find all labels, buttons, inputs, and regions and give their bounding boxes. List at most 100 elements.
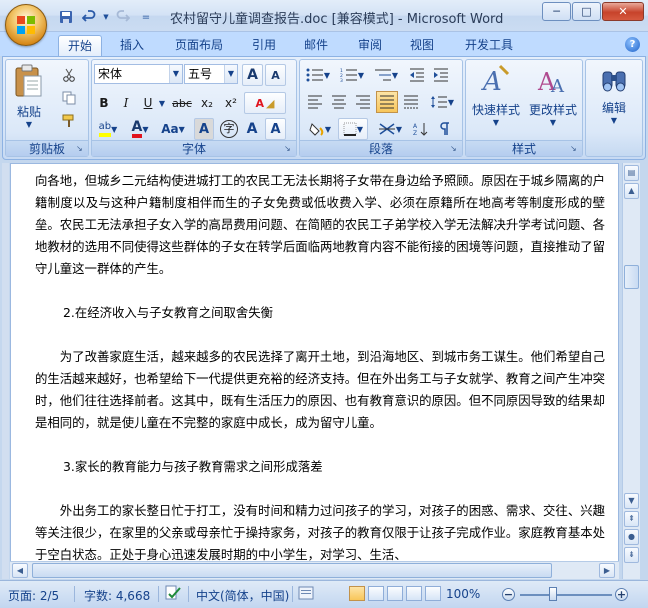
tab-mailings[interactable]: 邮件 — [296, 35, 336, 56]
view-ruler-icon[interactable]: ▤ — [624, 165, 639, 181]
font-name-dropdown-icon[interactable]: ▼ — [169, 65, 182, 83]
redo-icon[interactable] — [113, 8, 133, 26]
phonetic-guide-button[interactable]: A — [242, 118, 262, 140]
clear-formatting-button[interactable]: A ◢ — [244, 92, 286, 114]
multilevel-list-button[interactable]: ▼ — [370, 64, 402, 86]
bold-button[interactable]: B — [94, 92, 114, 114]
page-indicator[interactable]: 页面: 2/5 — [8, 587, 59, 604]
browse-object-icon[interactable]: ● — [624, 529, 639, 545]
show-marks-button[interactable] — [434, 118, 456, 140]
chinese-layout-dropdown-icon[interactable]: ▼ — [396, 125, 402, 134]
highlight-dropdown-icon[interactable]: ▼ — [111, 125, 117, 134]
close-button[interactable]: ✕ — [602, 2, 644, 21]
zoom-out-icon[interactable]: − — [502, 588, 515, 601]
highlight-button[interactable]: ab ▼ — [94, 118, 122, 140]
font-name-combo[interactable]: 宋体 ▼ — [94, 64, 183, 84]
change-styles-button[interactable]: A A 更改样式 ▼ — [524, 64, 582, 127]
paragraph-launcher-icon[interactable]: ↘ — [450, 144, 460, 154]
proofing-icon[interactable] — [164, 585, 182, 604]
tab-developer[interactable]: 开发工具 — [456, 35, 522, 56]
horizontal-scroll-thumb[interactable] — [32, 563, 552, 578]
draft-view-icon[interactable] — [425, 586, 441, 601]
scroll-up-icon[interactable]: ▲ — [624, 183, 639, 199]
subscript-button[interactable]: x₂ — [196, 92, 218, 114]
print-layout-view-icon[interactable] — [349, 586, 365, 601]
borders-dropdown-icon[interactable]: ▼ — [357, 125, 363, 134]
office-button[interactable] — [5, 4, 47, 46]
cut-button[interactable] — [58, 64, 80, 86]
font-size-dropdown-icon[interactable]: ▼ — [224, 65, 237, 83]
justify-button[interactable] — [376, 91, 398, 113]
document-canvas[interactable]: 向各地，但城乡二元结构使进城打工的农民工无法长期将子女带在身边给予照顾。原因在于… — [10, 163, 619, 579]
scroll-down-icon[interactable]: ▼ — [624, 493, 639, 509]
sort-button[interactable]: AZ — [410, 118, 432, 140]
quick-styles-button[interactable]: A 快速样式 ▼ — [468, 64, 524, 127]
tab-insert[interactable]: 插入 — [112, 35, 152, 56]
previous-page-icon[interactable]: ⇞ — [624, 511, 639, 527]
undo-dropdown-icon[interactable]: ▼ — [102, 8, 110, 26]
outline-view-icon[interactable] — [406, 586, 422, 601]
numbering-dropdown-icon[interactable]: ▼ — [358, 71, 364, 80]
chinese-layout-button[interactable]: ▼ — [374, 118, 406, 140]
font-launcher-icon[interactable]: ↘ — [284, 144, 294, 154]
language-indicator[interactable]: 中文(简体，中国) — [196, 587, 289, 604]
multilevel-list-dropdown-icon[interactable]: ▼ — [392, 71, 398, 80]
change-case-dropdown-icon[interactable]: ▼ — [179, 125, 185, 134]
line-spacing-dropdown-icon[interactable]: ▼ — [448, 98, 454, 107]
numbering-button[interactable]: 123 ▼ — [336, 64, 368, 86]
font-color-dropdown-icon[interactable]: ▼ — [142, 125, 148, 134]
bullets-dropdown-icon[interactable]: ▼ — [324, 71, 330, 80]
tab-review[interactable]: 审阅 — [350, 35, 390, 56]
zoom-slider-track[interactable] — [520, 594, 612, 596]
scroll-left-icon[interactable]: ◀ — [12, 563, 28, 578]
insert-mode-icon[interactable] — [298, 585, 314, 604]
change-case-button[interactable]: Aa ▼ — [158, 118, 188, 140]
minimize-button[interactable]: ─ — [542, 2, 571, 21]
web-layout-view-icon[interactable] — [387, 586, 403, 601]
word-count[interactable]: 字数: 4,668 — [84, 587, 150, 604]
next-page-icon[interactable]: ⇟ — [624, 547, 639, 563]
vertical-scrollbar[interactable]: ▤ ▲ ▼ ⇞ ● ⇟ — [622, 163, 640, 579]
document-body[interactable]: 向各地，但城乡二元结构使进城打工的农民工无法长期将子女带在身边给予照顾。原因在于… — [35, 170, 605, 566]
underline-dropdown-icon[interactable]: ▼ — [158, 92, 166, 114]
copy-button[interactable] — [58, 87, 80, 109]
bullets-button[interactable]: ▼ — [302, 64, 334, 86]
help-icon[interactable]: ? — [625, 37, 640, 52]
superscript-button[interactable]: x² — [220, 92, 242, 114]
paste-button[interactable]: 粘贴 ▼ — [10, 64, 48, 129]
increase-indent-button[interactable] — [430, 64, 452, 86]
tab-references[interactable]: 引用 — [244, 35, 284, 56]
vertical-scroll-thumb[interactable] — [624, 265, 639, 289]
maximize-button[interactable]: □ — [572, 2, 601, 21]
full-screen-reading-view-icon[interactable] — [368, 586, 384, 601]
scroll-right-icon[interactable]: ▶ — [599, 563, 615, 578]
line-spacing-button[interactable]: ▼ — [426, 91, 458, 113]
tab-home[interactable]: 开始 — [58, 35, 102, 56]
shading-dropdown-icon[interactable]: ▼ — [325, 125, 331, 134]
undo-icon[interactable] — [79, 8, 99, 26]
character-border-button[interactable]: A — [265, 118, 286, 140]
decrease-indent-button[interactable] — [406, 64, 428, 86]
format-painter-button[interactable] — [58, 110, 80, 132]
qat-customize-icon[interactable]: = — [136, 8, 156, 26]
tab-view[interactable]: 视图 — [402, 35, 442, 56]
zoom-level[interactable]: 100% — [446, 587, 480, 601]
italic-button[interactable]: I — [116, 92, 136, 114]
editing-button[interactable]: 编辑 ▼ — [588, 64, 640, 125]
align-right-button[interactable] — [352, 91, 374, 113]
horizontal-scrollbar[interactable]: ◀ ▶ — [10, 561, 619, 579]
clipboard-launcher-icon[interactable]: ↘ — [76, 144, 86, 154]
font-color-button[interactable]: A ▼ — [126, 118, 154, 140]
font-size-combo[interactable]: 五号 ▼ — [184, 64, 238, 84]
save-icon[interactable] — [56, 8, 76, 26]
enclose-characters-button[interactable]: 字 — [218, 118, 240, 140]
align-center-button[interactable] — [328, 91, 350, 113]
zoom-slider-thumb[interactable] — [549, 587, 557, 601]
distributed-button[interactable] — [400, 91, 422, 113]
shrink-font-button[interactable]: A — [265, 64, 286, 86]
character-shading-button[interactable]: A — [194, 118, 214, 140]
tab-page-layout[interactable]: 页面布局 — [168, 35, 230, 56]
borders-button[interactable]: ▼ — [338, 118, 368, 140]
strikethrough-button[interactable]: abc — [170, 92, 194, 114]
styles-launcher-icon[interactable]: ↘ — [570, 144, 580, 154]
